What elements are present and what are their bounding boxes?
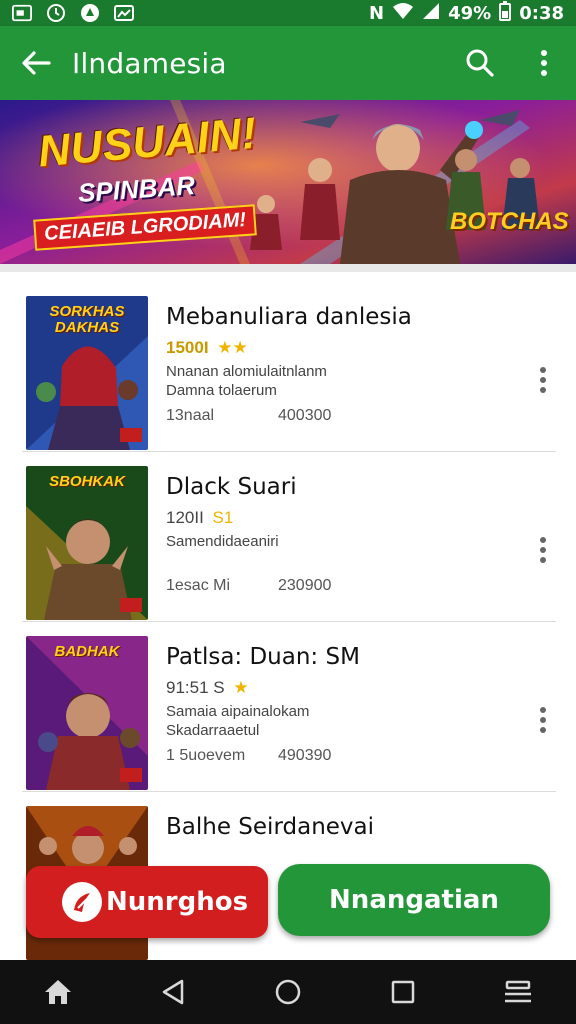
nav-recents-button[interactable] (373, 964, 433, 1020)
list-item[interactable]: SBOHKAK Dlack Suari 120II S1 Samendidaea… (22, 452, 556, 622)
star-icon: ★ (233, 678, 249, 697)
item-more-button[interactable] (528, 532, 558, 568)
item-description: Samaia aipainalokam Skadarraaetul (166, 702, 396, 740)
thumbnail-title: SORKHAS DAKHAS (49, 303, 125, 336)
back-nav-icon (162, 979, 184, 1005)
more-vert-icon (540, 367, 546, 393)
game-list: SORKHAS DAKHAS Mebanuliara danlesia 1500… (22, 282, 556, 962)
item-title: Dlack Suari (166, 474, 297, 500)
brand-logo-icon (62, 882, 102, 922)
game-thumbnail: BADHAK (26, 636, 148, 790)
search-icon (466, 49, 494, 77)
more-vert-icon (540, 537, 546, 563)
home-circle-icon (275, 979, 301, 1005)
item-title: Balhe Seirdanevai (166, 814, 375, 840)
gallery-icon (114, 5, 134, 21)
rating-value: 1500I (166, 338, 209, 357)
thumbnail-title: SBOHKAK (49, 473, 125, 490)
item-meta-right: 230900 (278, 577, 332, 594)
page-title: Ilndamesia (72, 46, 227, 80)
item-meta-left: 1 5uoevem (166, 747, 246, 764)
item-meta-left: 1esac Mi (166, 577, 231, 594)
wifi-icon (392, 2, 414, 25)
game-thumbnail: SBOHKAK (26, 466, 148, 620)
nav-back-button[interactable] (143, 964, 203, 1020)
more-vert-icon (540, 707, 546, 733)
battery-icon (499, 0, 512, 26)
signal-icon (422, 2, 440, 25)
item-more-button[interactable] (528, 702, 558, 738)
star-icon: ★★ (217, 338, 248, 357)
description-line: Damna tolaerum (166, 382, 277, 399)
carrier-label: N (369, 2, 385, 24)
green-action-button[interactable]: Nnangatian (278, 864, 550, 936)
app-icon (80, 4, 100, 22)
rating-value: 91:51 S (166, 678, 225, 697)
red-action-button[interactable]: Nunrghos (26, 866, 268, 938)
star-icon: S1 (212, 508, 234, 527)
notification-box-icon (12, 4, 32, 22)
item-meta-left: 13naal (166, 407, 215, 424)
item-title: Mebanuliara danlesia (166, 304, 412, 330)
nav-home-button[interactable] (28, 964, 88, 1020)
back-arrow-icon (22, 51, 51, 75)
red-button-label: Nunrghos (106, 887, 249, 917)
item-description: Nnanan alomiulaitnlanm Damna tolaerum (166, 362, 396, 400)
item-more-button[interactable] (528, 362, 558, 398)
clock-time: 0:38 (519, 2, 564, 24)
description-line: Nnanan alomiulaitnlanm (166, 363, 327, 380)
thumbnail-title: BADHAK (54, 643, 120, 660)
game-thumbnail: SORKHAS DAKHAS (26, 296, 148, 450)
banner-divider (0, 264, 576, 272)
app-bar: Ilndamesia (0, 26, 576, 100)
item-title: Patlsa: Duan: SM (166, 644, 360, 670)
search-button[interactable] (448, 26, 512, 100)
item-meta-right: 400300 (278, 407, 332, 424)
battery-percent: 49% (448, 2, 492, 24)
menu-icon (505, 980, 532, 1003)
system-nav-bar (0, 960, 576, 1024)
banner-logo: BOTCHAS (450, 208, 569, 235)
nav-circle-button[interactable] (258, 964, 318, 1020)
item-rating: 120II S1 (166, 508, 233, 528)
status-bar: N 49% 0:38 (0, 0, 576, 26)
promo-banner[interactable]: NUSUAIN! SPINBAR CEIAEIB LGRODIAM! BOTCH… (0, 100, 576, 264)
rating-value: 120II (166, 508, 204, 527)
item-description: Samendidaeaniri (166, 532, 396, 551)
nav-menu-button[interactable] (488, 964, 548, 1020)
item-rating: 91:51 S ★ (166, 678, 249, 698)
list-item[interactable]: BADHAK Patlsa: Duan: SM 91:51 S ★ Samaia… (22, 622, 556, 792)
more-vert-icon (541, 50, 547, 76)
description-line: Samaia aipainalokam (166, 703, 310, 720)
home-icon (44, 980, 71, 1004)
clock-icon (46, 4, 66, 22)
description-line: Skadarraaetul (166, 722, 260, 739)
recents-icon (391, 980, 415, 1004)
back-button[interactable] (0, 26, 72, 100)
green-button-label: Nnangatian (329, 885, 499, 915)
item-rating: 1500I ★★ (166, 338, 248, 358)
app-screen: N 49% 0:38 Ilndamesia NUSUAIN! SPINBAR C… (0, 0, 576, 1024)
list-item[interactable]: SORKHAS DAKHAS Mebanuliara danlesia 1500… (22, 282, 556, 452)
item-meta-right: 490390 (278, 747, 332, 764)
overflow-menu-button[interactable] (512, 26, 576, 100)
description-line: Samendidaeaniri (166, 533, 279, 550)
